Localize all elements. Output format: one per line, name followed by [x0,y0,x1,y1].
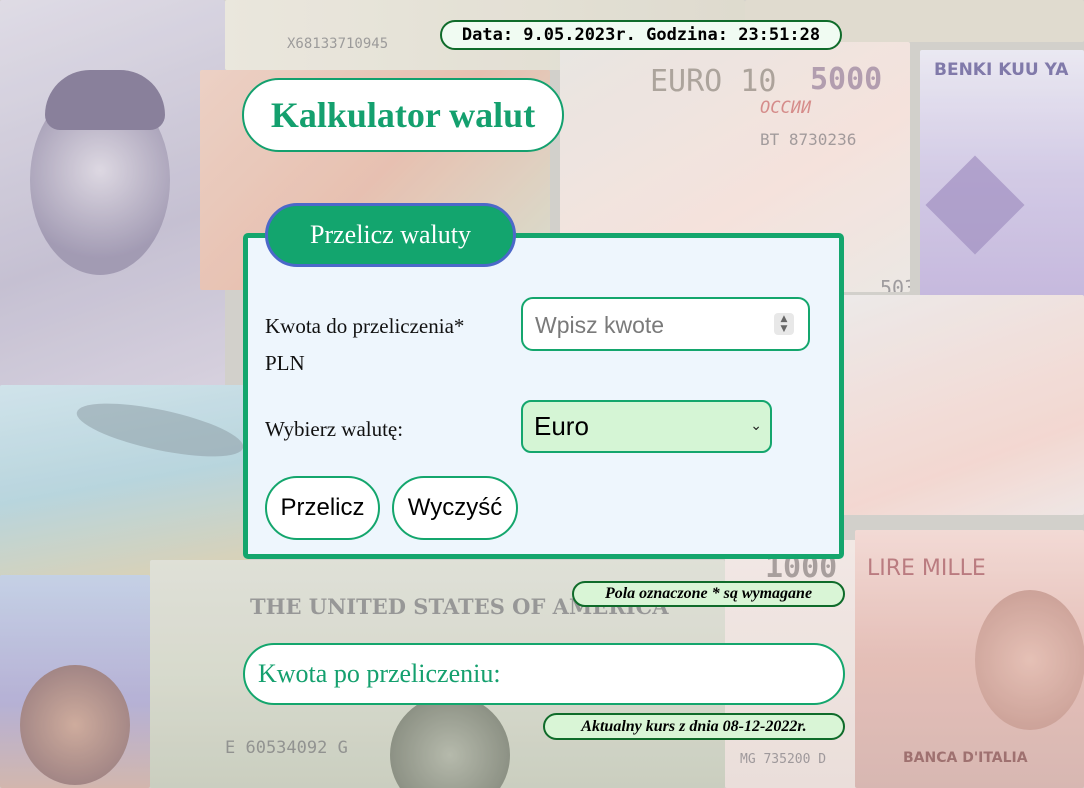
result-display: Kwota po przeliczeniu: [243,643,845,705]
number-spinner-icon[interactable]: ▲ ▼ [774,313,794,335]
exchange-rate-date-note: Aktualny kurs z dnia 08-12-2022r. [543,713,845,740]
required-fields-note: Pola oznaczone * są wymagane [572,581,845,607]
amount-input[interactable] [533,307,767,343]
amount-unit-label: PLN [265,351,305,375]
amount-label: Kwota do przeliczenia* [265,314,465,338]
converter-tab-label: Przelicz waluty [265,203,516,267]
amount-field[interactable]: ▲▼ [521,297,810,351]
convert-button[interactable]: Przelicz [265,476,380,540]
currency-selected-value: Euro [534,411,589,441]
page-title: Kalkulator walut [242,78,564,152]
datetime-display: Data: 9.05.2023r. Godzina: 23:51:28 [440,20,842,50]
currency-label: Wybierz walutę: [265,417,404,441]
clear-button[interactable]: Wyczyść [392,476,518,540]
currency-select[interactable]: Euro ⌄ [521,400,772,453]
chevron-down-icon: ⌄ [750,418,762,434]
